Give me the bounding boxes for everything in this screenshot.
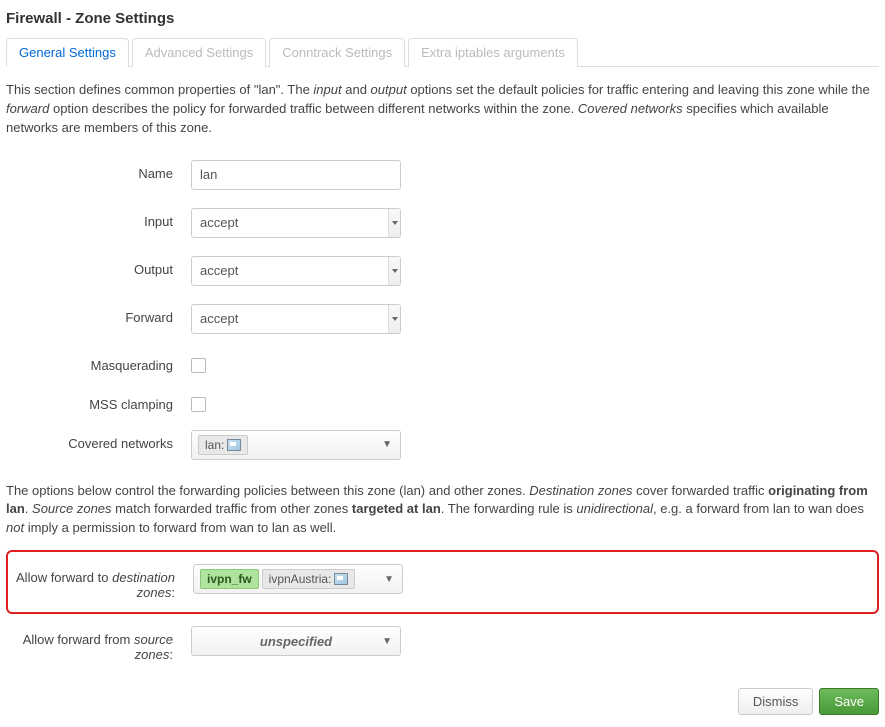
forward-to-select[interactable]: ivpn_fw ivpnAustria: ▼	[193, 564, 403, 594]
forward-select[interactable]: accept	[191, 304, 401, 334]
masquerading-checkbox[interactable]	[191, 358, 206, 373]
tab-conntrack[interactable]: Conntrack Settings	[269, 38, 405, 67]
interface-icon	[227, 439, 241, 451]
input-select[interactable]: accept	[191, 208, 401, 238]
name-input[interactable]	[191, 160, 401, 190]
forward-to-label: Allow forward to destination zones:	[8, 564, 193, 600]
output-select[interactable]: accept	[191, 256, 401, 286]
forward-label: Forward	[6, 304, 191, 325]
name-label: Name	[6, 160, 191, 181]
masquerading-label: Masquerading	[6, 352, 191, 373]
dismiss-button[interactable]: Dismiss	[738, 688, 814, 715]
chevron-down-icon	[388, 209, 400, 237]
zone-tag-ivpn-fw: ivpn_fw	[200, 569, 259, 589]
covered-networks-select[interactable]: lan: ▼	[191, 430, 401, 460]
highlighted-setting: Allow forward to destination zones: ivpn…	[6, 550, 879, 614]
chevron-down-icon	[388, 305, 400, 333]
network-tag-lan: lan:	[198, 435, 248, 455]
chevron-down-icon: ▼	[382, 636, 392, 647]
chevron-down-icon: ▼	[382, 439, 392, 450]
chevron-down-icon: ▼	[384, 574, 394, 585]
tabs: General Settings Advanced Settings Connt…	[6, 37, 879, 67]
mss-checkbox[interactable]	[191, 397, 206, 412]
tab-extra[interactable]: Extra iptables arguments	[408, 38, 578, 67]
interface-icon	[334, 573, 348, 585]
save-button[interactable]: Save	[819, 688, 879, 715]
forward-from-select[interactable]: unspecified ▼	[191, 626, 401, 656]
input-label: Input	[6, 208, 191, 229]
output-label: Output	[6, 256, 191, 277]
page-title: Firewall - Zone Settings	[6, 6, 879, 37]
dialog-footer: Dismiss Save	[6, 674, 879, 719]
forwarding-description: The options below control the forwarding…	[6, 472, 879, 547]
tab-advanced[interactable]: Advanced Settings	[132, 38, 266, 67]
covered-networks-label: Covered networks	[6, 430, 191, 451]
tab-general[interactable]: General Settings	[6, 38, 129, 67]
chevron-down-icon	[388, 257, 400, 285]
mss-label: MSS clamping	[6, 391, 191, 412]
network-tag-ivpn-austria: ivpnAustria:	[262, 569, 356, 589]
forward-from-label: Allow forward from source zones:	[6, 626, 191, 662]
zone-description: This section defines common properties o…	[6, 67, 879, 148]
